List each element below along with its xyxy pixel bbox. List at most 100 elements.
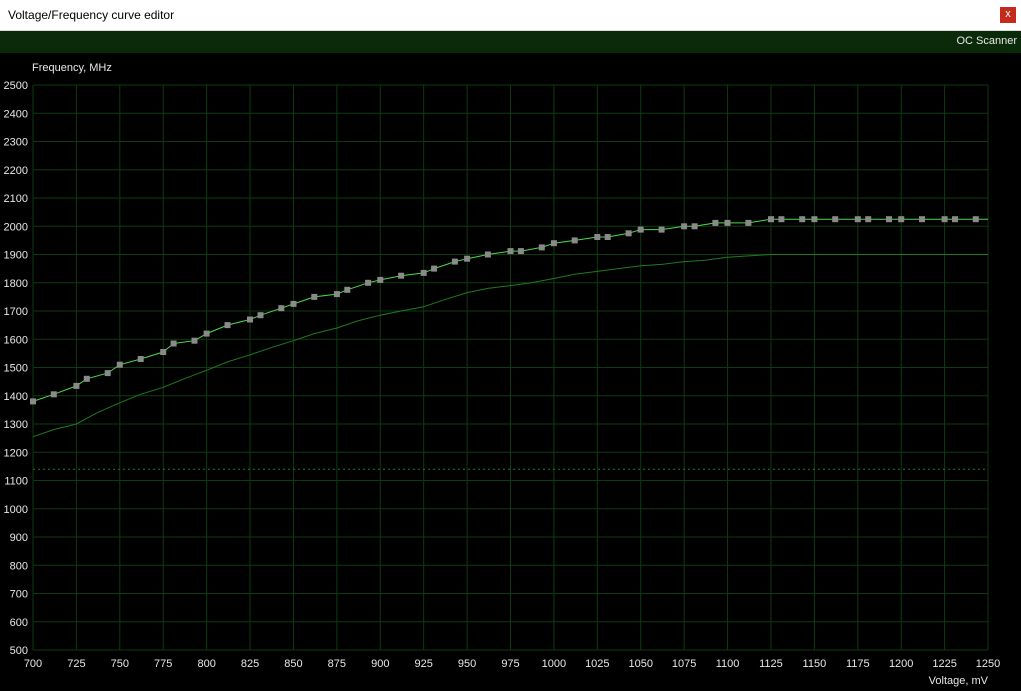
oc-scanner-button[interactable]: OC Scanner [956, 35, 1017, 47]
curve-point-handle[interactable] [571, 237, 578, 244]
curve-point-handle[interactable] [604, 234, 611, 240]
y-tick-label: 2100 [4, 193, 28, 205]
curve-point-handle[interactable] [658, 226, 665, 233]
curve-point-handle[interactable] [972, 216, 979, 223]
x-tick-label: 900 [371, 658, 389, 670]
curve-point-handle[interactable] [137, 356, 144, 362]
curve-point-handle[interactable] [278, 305, 285, 312]
y-tick-label: 2300 [4, 137, 28, 149]
x-tick-label: 1225 [932, 658, 956, 670]
x-tick-label: 1000 [542, 658, 566, 670]
window-title: Voltage/Frequency curve editor [8, 8, 175, 22]
y-tick-label: 2200 [4, 165, 28, 177]
y-tick-label: 900 [10, 532, 28, 544]
y-axis-tick-labels: 500 600 700 800 900 1000 1100 1200 1300 1400 1500 1… [4, 80, 28, 657]
y-tick-label: 1700 [4, 306, 28, 318]
curve-point-handle[interactable] [365, 279, 372, 286]
x-tick-label: 875 [328, 658, 346, 670]
curve-point-handle[interactable] [778, 216, 785, 223]
y-tick-label: 1300 [4, 419, 28, 431]
x-tick-label: 800 [197, 658, 215, 670]
x-tick-label: 825 [241, 658, 259, 670]
curve-point-handle[interactable] [681, 223, 688, 230]
curve-point-handle[interactable] [116, 361, 123, 368]
curve-point-handle[interactable] [952, 216, 958, 223]
x-tick-label: 950 [458, 658, 476, 670]
curve-point-handle[interactable] [886, 216, 892, 223]
x-tick-label: 925 [415, 658, 433, 670]
curve-point-handle[interactable] [50, 391, 57, 398]
curve-point-handle[interactable] [30, 398, 36, 405]
x-tick-label: 975 [501, 658, 519, 670]
y-tick-label: 1500 [4, 363, 28, 375]
y-tick-label: 1100 [4, 476, 28, 488]
curve-point-handle[interactable] [712, 219, 719, 226]
y-tick-label: 800 [10, 560, 28, 572]
curve-point-handle[interactable] [724, 219, 731, 226]
curve-point-handle[interactable] [919, 216, 925, 223]
curve-point-handle[interactable] [550, 240, 557, 247]
curve-point-handle[interactable] [832, 216, 839, 223]
vf-curve-editor-window: Voltage/Frequency curve editor x OC Scan… [0, 0, 1021, 691]
curve-point-handle[interactable] [377, 276, 384, 283]
y-tick-label: 600 [10, 617, 28, 629]
curve-point-handle[interactable] [398, 272, 405, 279]
curve-point-handle[interactable] [507, 248, 514, 255]
curve-point-handle[interactable] [594, 234, 601, 240]
y-tick-label: 500 [10, 645, 28, 657]
curve-point-handle[interactable] [484, 251, 491, 258]
x-tick-label: 1050 [628, 658, 652, 670]
curve-point-handle[interactable] [257, 312, 264, 319]
curve-point-handle[interactable] [625, 230, 632, 237]
x-tick-label: 775 [154, 658, 172, 670]
curve-point-handle[interactable] [203, 330, 210, 337]
curve-point-handle[interactable] [420, 269, 427, 276]
x-tick-label: 750 [111, 658, 129, 670]
curve-point-handle[interactable] [224, 322, 231, 329]
curve-point-handle[interactable] [799, 216, 806, 223]
x-tick-label: 725 [67, 658, 85, 670]
y-tick-label: 1000 [4, 504, 28, 516]
curve-point-handle[interactable] [898, 216, 905, 223]
curve-point-handle[interactable] [464, 255, 471, 262]
curve-point-handle[interactable] [691, 223, 698, 230]
curve-point-handle[interactable] [344, 286, 351, 293]
curve-point-handle[interactable] [73, 382, 80, 389]
y-tick-label: 2000 [4, 221, 28, 233]
y-tick-label: 1900 [4, 250, 28, 262]
y-tick-label: 1200 [4, 447, 28, 459]
curve-point-handle[interactable] [517, 248, 524, 255]
curve-point-handle[interactable] [811, 216, 818, 223]
x-tick-label: 1150 [803, 658, 827, 670]
curve-point-handle[interactable] [941, 216, 948, 223]
curve-point-handle[interactable] [745, 219, 752, 226]
curve-point-handle[interactable] [854, 216, 861, 223]
curve-points-layer[interactable] [30, 216, 979, 405]
curve-point-handle[interactable] [431, 265, 438, 272]
curve-point-handle[interactable] [538, 244, 545, 251]
curve-point-handle[interactable] [451, 258, 458, 265]
curve-point-handle[interactable] [83, 375, 90, 382]
curve-point-handle[interactable] [290, 300, 297, 307]
close-button[interactable]: x [1000, 7, 1016, 23]
y-tick-label: 1600 [4, 334, 28, 346]
x-tick-label: 1200 [889, 658, 913, 670]
curve-point-handle[interactable] [637, 226, 644, 233]
curve-point-handle[interactable] [865, 216, 872, 223]
curve-point-handle[interactable] [247, 316, 253, 323]
y-tick-label: 1400 [4, 391, 28, 403]
vf-curve-plot[interactable]: 500 600 700 800 900 1000 1100 1200 1300 1400 1500 1… [0, 53, 1021, 691]
curve-point-handle[interactable] [768, 216, 774, 223]
curve-point-handle[interactable] [104, 370, 111, 377]
vf-curve-chart[interactable]: 500 600 700 800 900 1000 1100 1200 1300 1400 1500 1… [0, 53, 1021, 691]
curve-point-handle[interactable] [311, 293, 318, 300]
curve-point-handle[interactable] [170, 340, 177, 347]
curve-point-handle[interactable] [191, 337, 198, 344]
x-tick-label: 1175 [846, 658, 870, 670]
x-tick-label: 1250 [976, 658, 1000, 670]
curve-point-handle[interactable] [160, 349, 167, 355]
y-axis-label: Frequency, MHz [32, 62, 112, 74]
curve-point-handle[interactable] [333, 291, 340, 298]
x-axis-label: Voltage, mV [929, 675, 989, 687]
grid [32, 84, 989, 651]
